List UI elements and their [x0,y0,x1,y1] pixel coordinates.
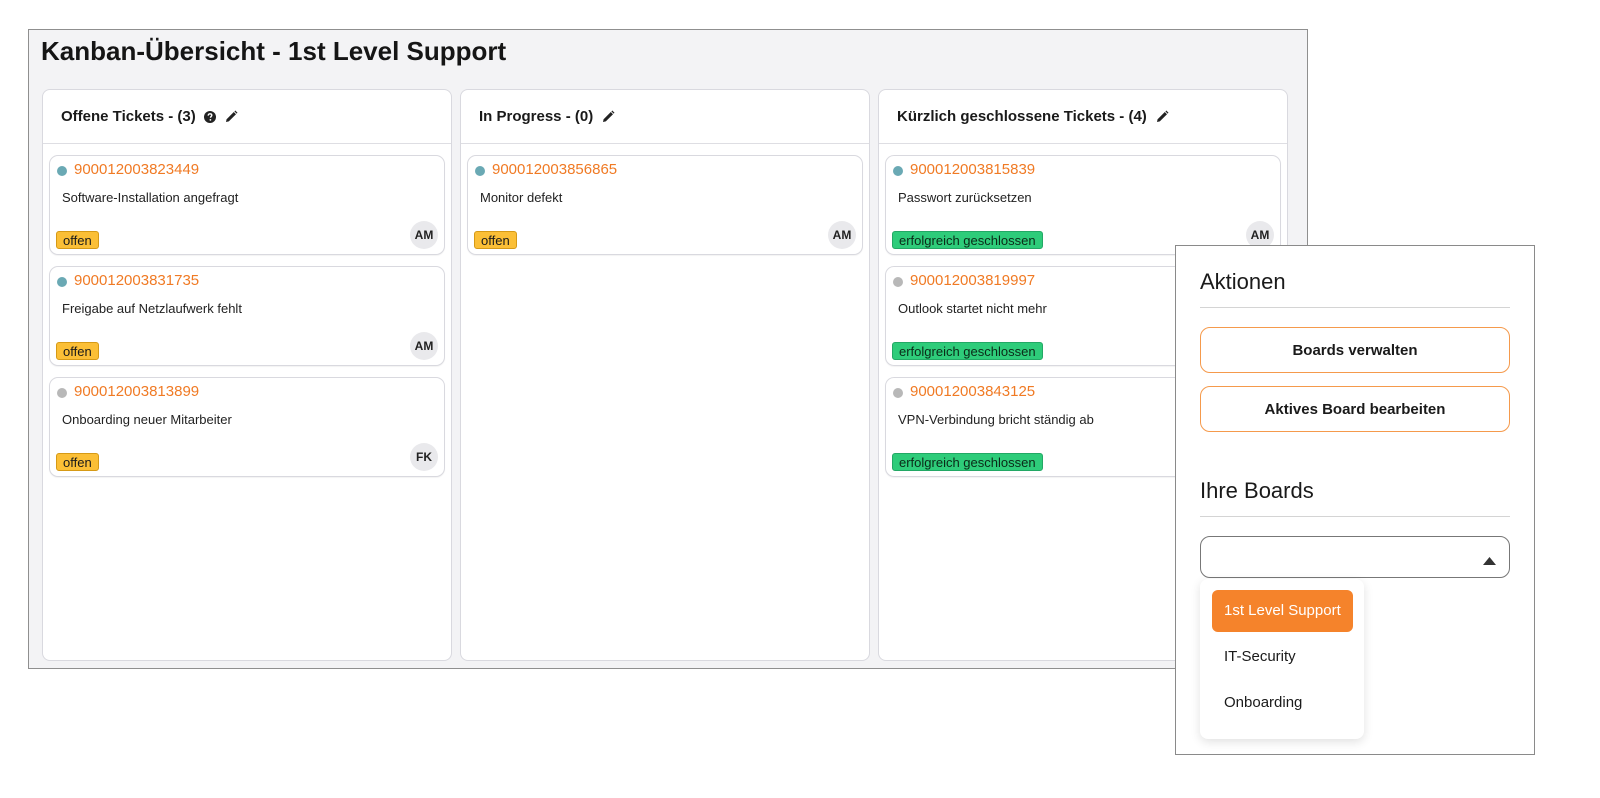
actions-heading: Aktionen [1200,269,1286,294]
question-circle-icon[interactable] [203,110,216,123]
avatar[interactable]: AM [410,332,438,360]
kanban-column: In Progress - (0) 900012003856865 Monitor … [460,89,870,661]
status-badge: erfolgreich geschlossen [892,231,1043,249]
board-options-dropdown: 1st Level Support IT-Security Onboarding [1200,579,1364,739]
avatar[interactable]: AM [828,221,856,249]
ticket-description: Onboarding neuer Mitarbeiter [62,412,232,427]
status-badge: erfolgreich geschlossen [892,342,1043,360]
ticket-card[interactable]: 900012003856865 Monitor defekt offen AM [467,155,863,255]
status-badge: erfolgreich geschlossen [892,453,1043,471]
status-dot-icon [57,388,67,398]
manage-boards-button[interactable]: Boards verwalten [1200,327,1510,373]
ticket-number-link[interactable]: 900012003823449 [74,161,199,178]
ticket-description: Outlook startet nicht mehr [898,301,1047,316]
column-title: Offene Tickets - (3) [61,108,196,125]
ticket-description: VPN-Verbindung bricht ständig ab [898,412,1094,427]
column-title: In Progress - (0) [479,108,594,125]
ticket-card[interactable]: 900012003831735 Freigabe auf Netzlaufwerk… [49,266,445,366]
status-badge: offen [474,231,517,249]
divider [1200,516,1510,517]
pencil-icon[interactable] [1155,110,1169,124]
ticket-description: Software-Installation angefragt [62,190,239,205]
ticket-card[interactable]: 900012003815839 Passwort zurücksetzen erfo… [885,155,1281,255]
card-list: 900012003823449 Software-Installation ang… [43,144,451,477]
your-boards-heading: Ihre Boards [1200,478,1314,503]
board-select-input[interactable] [1211,546,1461,568]
kanban-column: Offene Tickets - (3) 900012003823449 Softw… [42,89,452,661]
ticket-number-link[interactable]: 900012003815839 [910,161,1035,178]
edit-active-board-button[interactable]: Aktives Board bearbeiten [1200,386,1510,432]
ticket-number-link[interactable]: 900012003856865 [492,161,617,178]
status-dot-icon [57,277,67,287]
kanban-board-window: Kanban-Übersicht - 1st Level Support Off… [28,29,1308,669]
status-dot-icon [893,388,903,398]
status-dot-icon [893,166,903,176]
actions-panel: Aktionen Boards verwalten Aktives Board … [1175,245,1535,755]
board-option[interactable]: Onboarding [1212,682,1314,724]
status-badge: offen [56,453,99,471]
ticket-description: Monitor defekt [480,190,563,205]
divider [1200,307,1510,308]
column-header: In Progress - (0) [461,90,869,144]
column-title: Kürzlich geschlossene Tickets - (4) [897,108,1147,125]
ticket-card[interactable]: 900012003823449 Software-Installation ang… [49,155,445,255]
ticket-number-link[interactable]: 900012003831735 [74,272,199,289]
ticket-number-link[interactable]: 900012003813899 [74,383,199,400]
pencil-icon[interactable] [224,110,238,124]
ticket-description: Freigabe auf Netzlaufwerk fehlt [62,301,242,316]
caret-up-icon[interactable] [1483,552,1496,570]
board-select[interactable] [1200,536,1510,578]
column-header: Kürzlich geschlossene Tickets - (4) [879,90,1287,144]
status-dot-icon [57,166,67,176]
column-header: Offene Tickets - (3) [43,90,451,144]
avatar[interactable]: FK [410,443,438,471]
ticket-number-link[interactable]: 900012003843125 [910,383,1035,400]
status-badge: offen [56,231,99,249]
ticket-description: Passwort zurücksetzen [898,190,1032,205]
status-badge: offen [56,342,99,360]
card-list: 900012003856865 Monitor defekt offen AM [461,144,869,255]
board-option[interactable]: 1st Level Support [1212,590,1353,632]
ticket-number-link[interactable]: 900012003819997 [910,272,1035,289]
page-title: Kanban-Übersicht - 1st Level Support [41,36,507,66]
status-dot-icon [475,166,485,176]
board-option[interactable]: IT-Security [1212,636,1308,678]
ticket-card[interactable]: 900012003813899 Onboarding neuer Mitarbei… [49,377,445,477]
pencil-icon[interactable] [601,110,615,124]
status-dot-icon [893,277,903,287]
avatar[interactable]: AM [410,221,438,249]
